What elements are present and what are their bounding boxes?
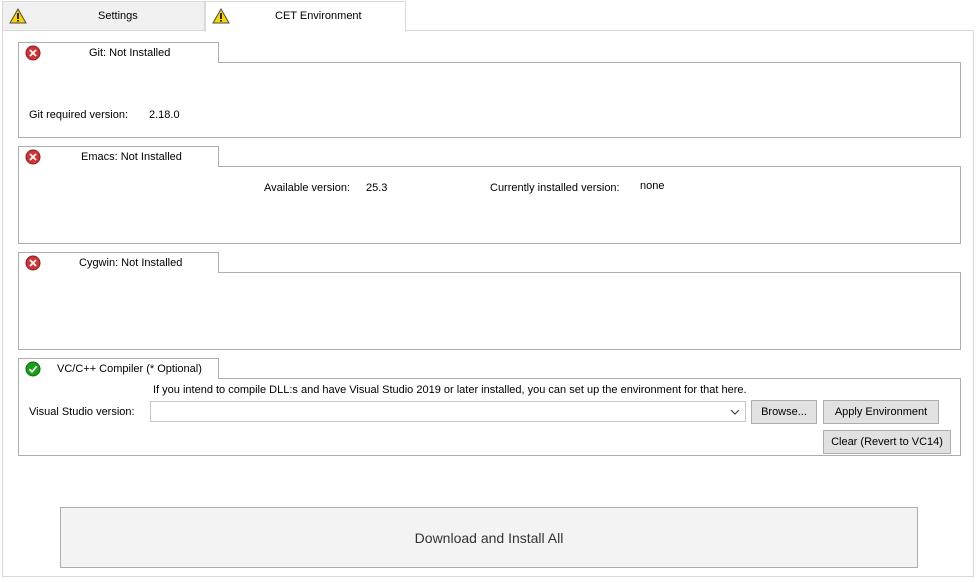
emacs-group-header: Emacs: Not Installed <box>18 146 219 167</box>
git-group <box>18 62 961 138</box>
checkmark-icon <box>25 361 41 377</box>
error-icon <box>25 149 41 165</box>
cygwin-status-title: Cygwin: Not Installed <box>79 257 183 269</box>
git-status-title: Git: Not Installed <box>89 47 171 59</box>
warning-icon <box>9 8 27 24</box>
tab-settings-label: Settings <box>98 10 138 22</box>
browse-button[interactable]: Browse... <box>751 400 817 424</box>
emacs-installed-version-value: none <box>640 180 665 192</box>
apply-environment-button[interactable]: Apply Environment <box>823 400 939 424</box>
git-required-version-label: Git required version: <box>29 109 129 121</box>
vc-info-text: If you intend to compile DLL:s and have … <box>153 384 747 396</box>
vc-compiler-group-header: VC/C++ Compiler (* Optional) <box>18 358 219 379</box>
warning-icon <box>212 8 230 24</box>
git-required-version-value: 2.18.0 <box>149 109 180 121</box>
emacs-installed-version-label: Currently installed version: <box>490 182 620 194</box>
clear-revert-button[interactable]: Clear (Revert to VC14) <box>823 430 951 454</box>
tab-cet-environment-label: CET Environment <box>275 10 362 22</box>
error-icon <box>25 45 41 61</box>
cygwin-group-header: Cygwin: Not Installed <box>18 252 219 273</box>
tab-settings[interactable]: Settings <box>2 1 205 30</box>
cygwin-group <box>18 272 961 350</box>
visual-studio-version-select[interactable] <box>150 401 746 422</box>
emacs-available-version-value: 25.3 <box>366 182 388 194</box>
emacs-status-title: Emacs: Not Installed <box>81 151 182 163</box>
tab-cet-environment[interactable]: CET Environment <box>205 1 406 32</box>
error-icon <box>25 255 41 271</box>
git-group-header: Git: Not Installed <box>18 42 219 63</box>
emacs-group <box>18 166 961 244</box>
visual-studio-version-label: Visual Studio version: <box>29 406 135 418</box>
download-install-all-button[interactable]: Download and Install All <box>60 507 918 568</box>
chevron-down-icon <box>730 409 740 415</box>
emacs-available-version-label: Available version: <box>264 182 351 194</box>
vc-compiler-title: VC/C++ Compiler (* Optional) <box>57 363 202 375</box>
